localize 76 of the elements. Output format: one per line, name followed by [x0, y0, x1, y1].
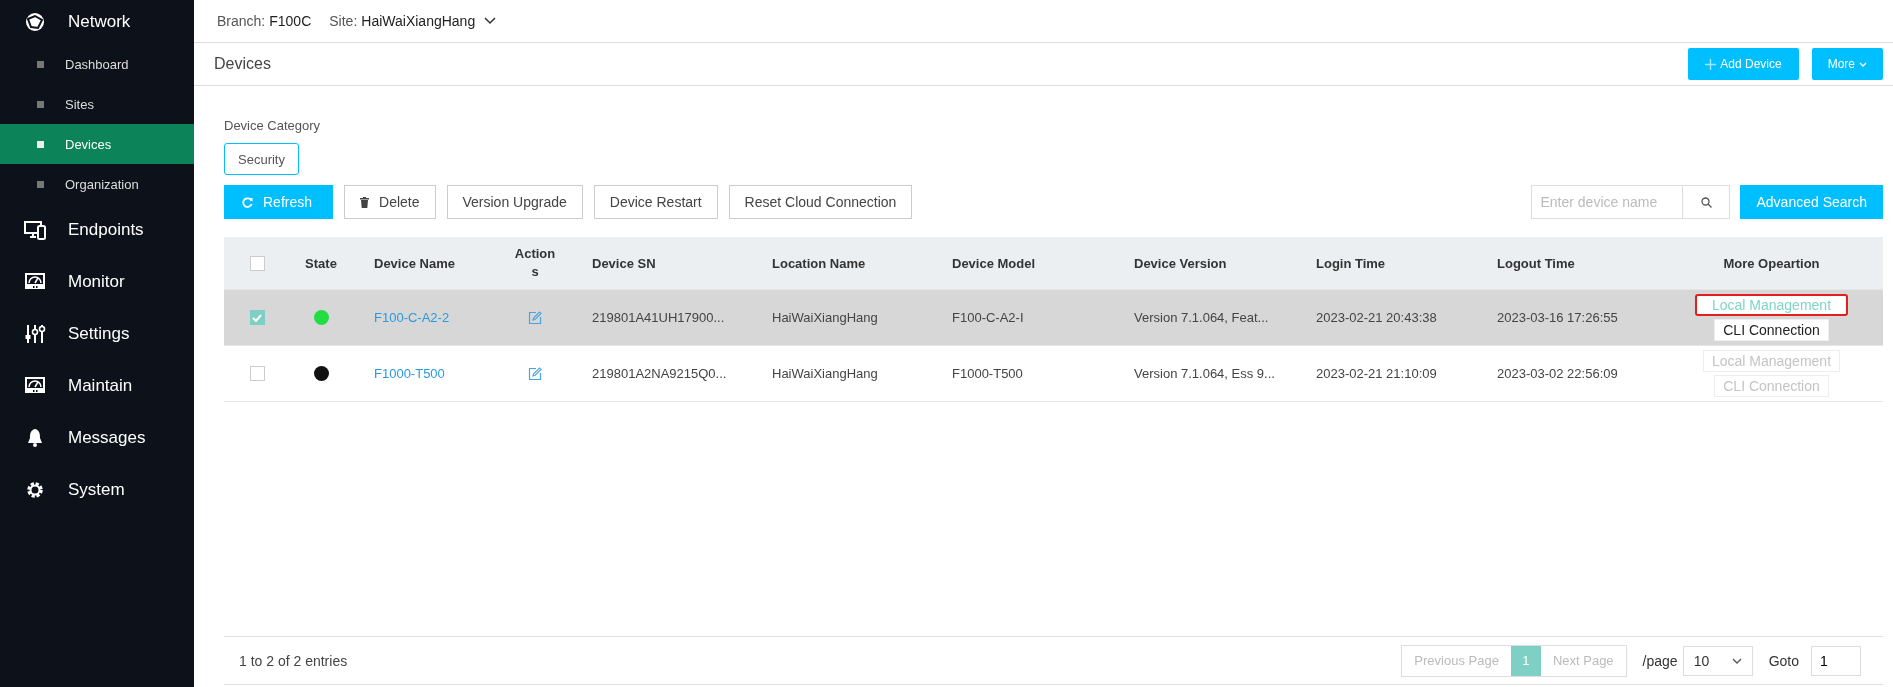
search-field[interactable]: Enter device name — [1531, 185, 1684, 219]
square-icon — [37, 60, 44, 68]
page-title: Devices — [214, 55, 271, 73]
edit-button[interactable] — [528, 310, 542, 325]
nav-item[interactable]: Messages — [0, 412, 194, 464]
table-cell: 2023-03-16 17:26:55 — [1497, 310, 1618, 325]
table-cell: 219801A41UH17900... — [592, 310, 725, 325]
category-label: Device Category — [224, 118, 322, 133]
site-selector[interactable]: HaiWaiXiangHang — [361, 13, 476, 29]
toolbar-button[interactable]: Device Restart — [593, 185, 718, 219]
per-page-label: /page — [1642, 652, 1678, 669]
column-header: More Opeartion — [1723, 255, 1820, 271]
branch-value: F100C — [269, 13, 312, 29]
toolbar-button[interactable]: Version Upgrade — [446, 185, 583, 219]
table-cell: HaiWaiXiangHang — [772, 310, 878, 325]
table-row[interactable]: F100-C-A2-2 219801A41UH17900... HaiWaiXiangHang F100-C-A2-I Version 7.1.064, Feat... 2023-02-21 20:43:38 2023-03-16 17:26:55 Local Management CLI Connection — [224, 290, 1883, 346]
column-header: Login Time — [1316, 255, 1386, 271]
column-header: Actions — [513, 245, 557, 281]
delete-button[interactable]: Delete — [344, 185, 436, 219]
nav-subitem[interactable]: Dashboard — [0, 44, 194, 84]
column-header: Device Name — [374, 255, 455, 271]
entries-summary: 1 to 2 of 2 entries — [239, 652, 348, 669]
table-cell: 219801A2NA9215Q0... — [592, 366, 727, 381]
toolbar-button[interactable]: Reset Cloud Connection — [728, 185, 913, 219]
nav-item[interactable]: Monitor — [0, 256, 194, 308]
branch-label: Branch: — [217, 13, 266, 29]
column-header: Device SN — [592, 255, 656, 271]
table-cell: 2023-02-21 20:43:38 — [1316, 310, 1437, 325]
edit-icon — [528, 310, 542, 325]
nav-subitem[interactable]: Organization — [0, 164, 194, 204]
table-cell: F100-C-A2-I — [952, 310, 1024, 325]
globe-icon — [24, 11, 46, 33]
sliders-icon — [24, 323, 46, 345]
nav-item[interactable]: Endpoints — [0, 204, 194, 256]
edit-button[interactable] — [528, 366, 542, 381]
nav-item[interactable]: Maintain — [0, 360, 194, 412]
table-cell: F1000-T500 — [952, 366, 1023, 381]
check-icon — [252, 313, 262, 322]
column-header: Device Model — [952, 255, 1036, 271]
category-tab[interactable]: Security — [224, 143, 299, 175]
search-button[interactable] — [1683, 185, 1731, 219]
table-cell: 2023-02-21 21:10:09 — [1316, 366, 1437, 381]
nav-item[interactable]: Network — [0, 0, 194, 44]
checkbox[interactable] — [249, 310, 265, 325]
edit-icon — [528, 366, 542, 381]
column-header: State — [305, 255, 337, 271]
chevron-down-icon — [1859, 61, 1867, 67]
operation-button[interactable]: CLI Connection — [1714, 319, 1829, 341]
goto-label: Goto — [1768, 652, 1799, 669]
gear-icon — [24, 479, 46, 501]
search-icon — [1700, 196, 1712, 208]
refresh-icon — [242, 196, 253, 208]
chevron-down-icon — [1731, 657, 1742, 664]
site-label: Site: — [329, 13, 358, 29]
column-header: Location Name — [772, 255, 866, 271]
nav-item[interactable]: System — [0, 464, 194, 516]
checkbox[interactable] — [249, 255, 265, 271]
column-header: Logout Time — [1497, 255, 1575, 271]
table-cell: Version 7.1.064, Ess 9... — [1134, 366, 1275, 381]
nav-subitem[interactable]: Sites — [0, 84, 194, 124]
column-header: Device Version — [1134, 255, 1227, 271]
table-cell: HaiWaiXiangHang — [772, 366, 878, 381]
square-icon — [37, 100, 44, 108]
page-size-select[interactable]: 10 — [1682, 645, 1753, 676]
table-cell: 2023-03-02 22:56:09 — [1497, 366, 1618, 381]
square-icon — [37, 180, 44, 188]
square-icon — [37, 140, 44, 148]
nav-item[interactable]: Settings — [0, 308, 194, 360]
devices-icon — [24, 219, 46, 241]
nav-subitem[interactable]: Devices — [0, 124, 194, 164]
table-cell: Version 7.1.064, Feat... — [1134, 310, 1269, 325]
checkbox[interactable] — [249, 366, 265, 381]
trash-icon — [360, 196, 370, 208]
goto-field[interactable]: 1 — [1811, 645, 1861, 676]
chevron-down-icon — [484, 17, 497, 25]
plus-icon — [1705, 58, 1717, 70]
